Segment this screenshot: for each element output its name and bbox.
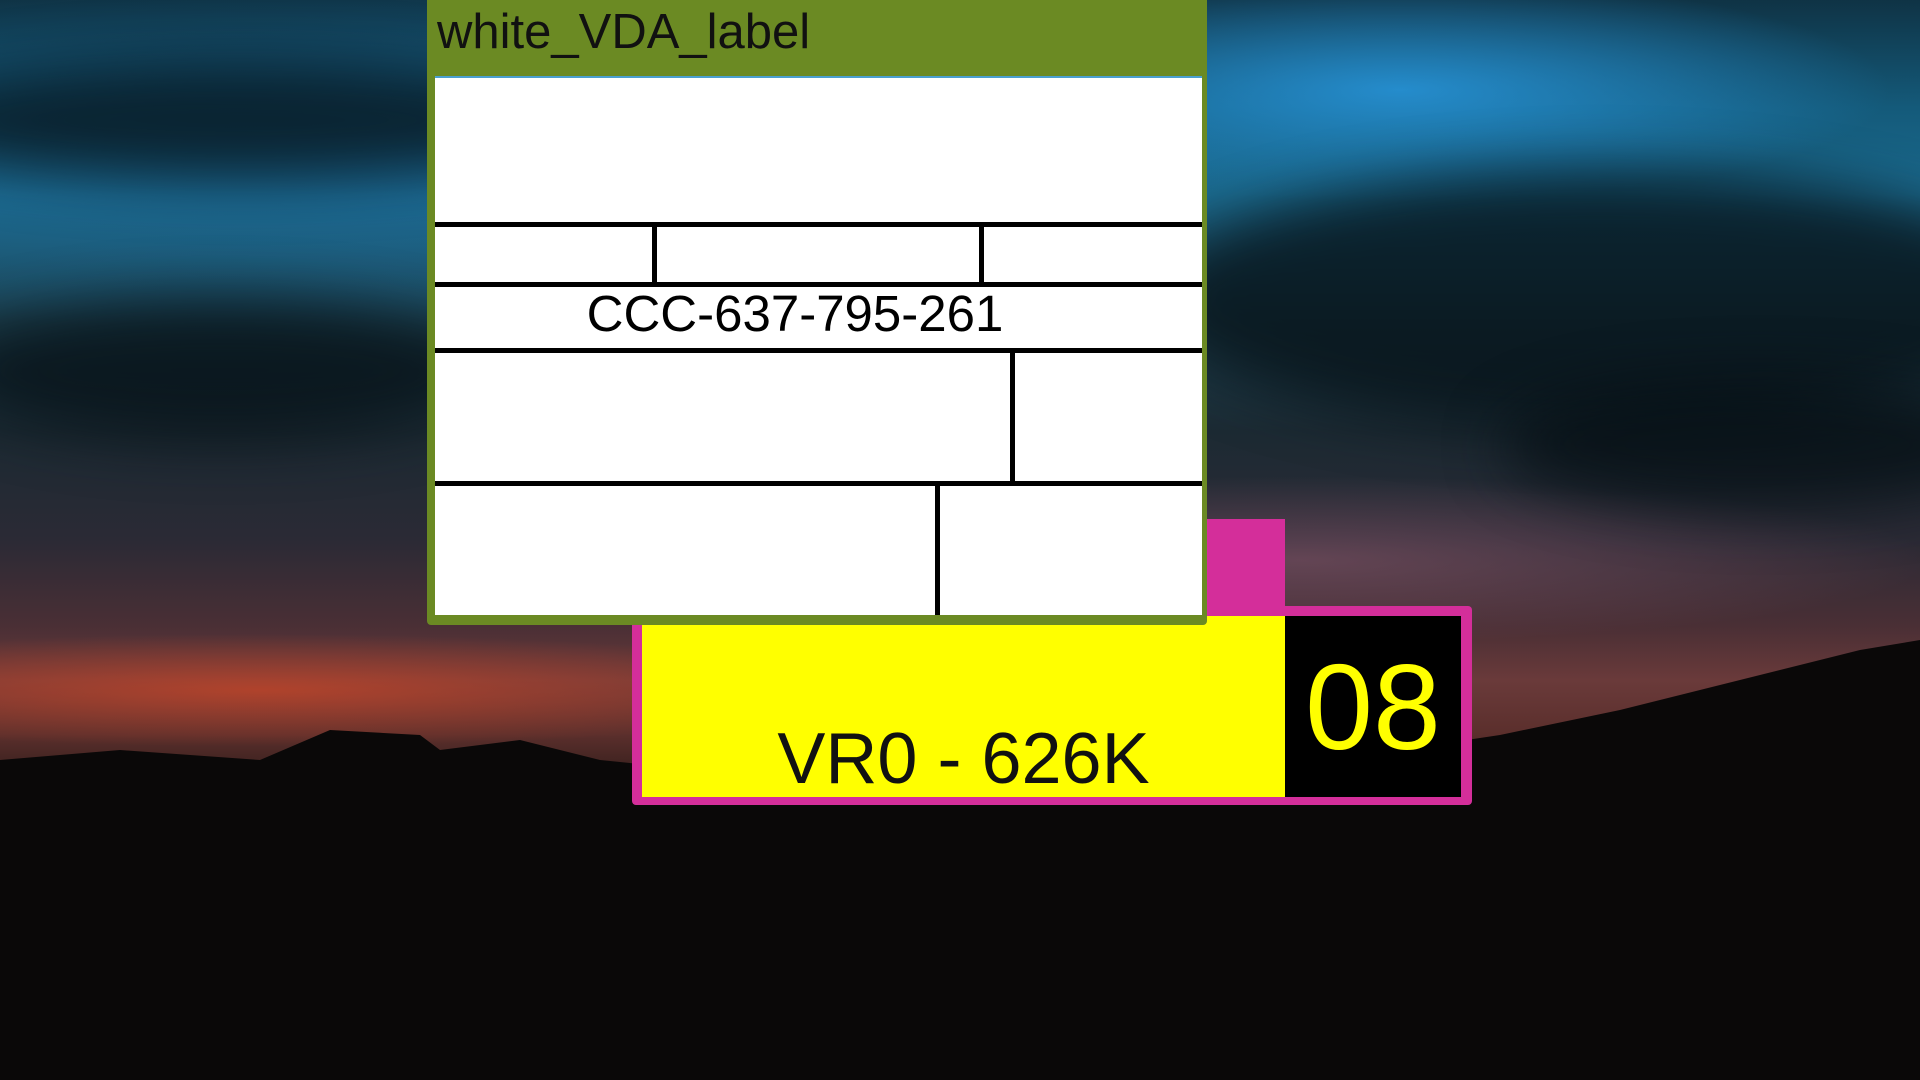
license-plate-box: VR0 - 626K 08 bbox=[632, 606, 1472, 805]
plate-number-field: 08 bbox=[1285, 616, 1461, 797]
vda-label-title: white_VDA_label bbox=[437, 5, 811, 59]
plate-number-text: 08 bbox=[1305, 639, 1441, 775]
grid-divider bbox=[435, 222, 1202, 227]
plate-yellow-field: VR0 - 626K bbox=[642, 616, 1285, 797]
grid-divider bbox=[652, 222, 657, 286]
grid-divider bbox=[1010, 348, 1015, 484]
vda-label-grid: CCC-637-795-261 bbox=[435, 76, 1202, 615]
background-sunset-photo: VR0 - 626K 08 white_VDA_label CCC-637-79… bbox=[0, 0, 1920, 1080]
vda-label-panel: white_VDA_label CCC-637-795-261 bbox=[427, 0, 1207, 625]
vda-label-code: CCC-637-795-261 bbox=[586, 285, 1004, 342]
plate-tab bbox=[1200, 519, 1285, 609]
grid-divider bbox=[435, 481, 1202, 486]
plate-registration-text: VR0 - 626K bbox=[777, 719, 1150, 799]
cloud-shape bbox=[0, 300, 500, 440]
grid-divider bbox=[935, 481, 940, 615]
grid-divider bbox=[435, 348, 1202, 353]
grid-divider bbox=[979, 222, 984, 286]
